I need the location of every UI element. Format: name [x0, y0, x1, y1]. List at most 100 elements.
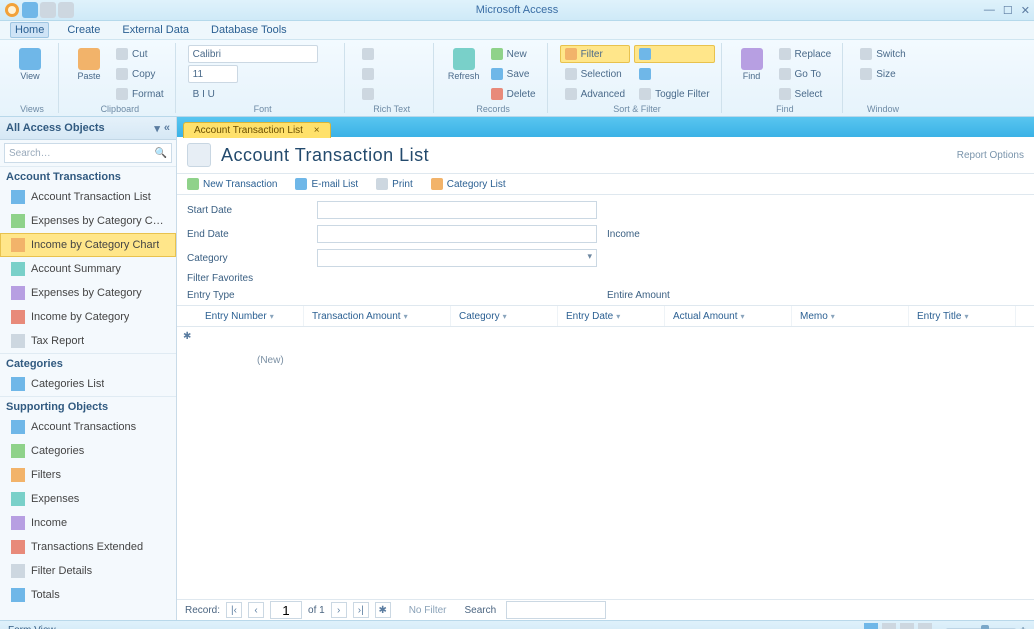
refresh-button[interactable]: Refresh [446, 45, 482, 93]
delete-record-button[interactable]: Delete [486, 85, 541, 103]
col-entry-title[interactable]: Entry Title [909, 306, 1016, 326]
ribbon-tab-dbtools[interactable]: Database Tools [207, 23, 291, 37]
nav-header[interactable]: All Access Objects ▾ « [0, 117, 176, 140]
col-category[interactable]: Category [451, 306, 558, 326]
ribbon-group-sortfilter: Filter Selection Advanced Toggle Filter … [554, 43, 722, 113]
quick-access-toolbar [4, 2, 74, 18]
first-record-button[interactable]: |‹ [226, 602, 242, 618]
email-list-link[interactable]: E-mail List [295, 178, 358, 190]
save-icon[interactable] [22, 2, 38, 18]
nav-item[interactable]: Totals [0, 583, 176, 607]
nav-item[interactable]: Expenses by Category Chart [0, 209, 176, 233]
size-to-fit-button[interactable]: Size [855, 65, 910, 83]
sort-asc-button[interactable] [634, 45, 714, 63]
tab-label: Account Transaction List [194, 125, 303, 136]
switch-windows-button[interactable]: Switch [855, 45, 910, 63]
nav-item[interactable]: Filter Details [0, 559, 176, 583]
ribbon-tab-home[interactable]: Home [10, 22, 49, 38]
pager-search-input[interactable] [506, 601, 606, 619]
undo-icon[interactable] [40, 2, 56, 18]
advanced-filter-button[interactable]: Advanced [560, 85, 630, 103]
list-icon [431, 178, 443, 190]
redo-icon[interactable] [58, 2, 74, 18]
view-switch-layout-icon[interactable] [900, 623, 914, 629]
bullets-button[interactable] [357, 45, 379, 63]
end-date-input[interactable] [317, 225, 597, 243]
goto-button[interactable]: Go To [774, 65, 837, 83]
filter-button[interactable]: Filter [560, 45, 630, 63]
nav-header-label: All Access Objects [6, 122, 105, 134]
office-button[interactable] [4, 2, 20, 18]
nav-item[interactable]: Categories [0, 439, 176, 463]
ribbon-tab-external[interactable]: External Data [118, 23, 193, 37]
align-button[interactable] [357, 85, 379, 103]
grid-body[interactable]: ✱ (New) [177, 327, 1034, 599]
nav-item[interactable]: Income by Category Chart [0, 233, 176, 257]
replace-button[interactable]: Replace [774, 45, 837, 63]
find-button[interactable]: Find [734, 45, 770, 93]
nav-item[interactable]: Account Transactions [0, 415, 176, 439]
paste-button[interactable]: Paste [71, 45, 107, 93]
toggle-filter-button[interactable]: Toggle Filter [634, 85, 714, 103]
nav-item[interactable]: Tax Report [0, 329, 176, 353]
next-record-button[interactable]: › [331, 602, 347, 618]
copy-button[interactable]: Copy [111, 65, 169, 83]
prev-record-button[interactable]: ‹ [248, 602, 264, 618]
record-navigator: Record: |‹ ‹ of 1 › ›| ✱ No Filter Searc… [177, 599, 1034, 620]
chevron-down-icon[interactable]: ▾ [154, 122, 160, 135]
category-select[interactable] [317, 249, 597, 267]
nav-item[interactable]: Income [0, 511, 176, 535]
close-icon[interactable]: × [314, 125, 320, 136]
nav-item[interactable]: Expenses [0, 487, 176, 511]
col-entry-number[interactable]: Entry Number [197, 306, 304, 326]
nav-group-title: Categories [0, 353, 176, 372]
cut-button[interactable]: Cut [111, 45, 169, 63]
indent-button[interactable] [357, 65, 379, 83]
view-switch-design-icon[interactable] [918, 623, 932, 629]
select-button[interactable]: Select [774, 85, 837, 103]
font-size-select[interactable]: 11 [188, 65, 238, 83]
category-list-link[interactable]: Category List [431, 178, 506, 190]
report-options-link[interactable]: Report Options [957, 150, 1024, 161]
zoom-out-button[interactable]: − [936, 625, 942, 629]
view-switch-form-icon[interactable] [864, 623, 878, 629]
font-family-select[interactable]: Calibri [188, 45, 318, 63]
format-painter-button[interactable]: Format [111, 85, 169, 103]
new-transaction-link[interactable]: New Transaction [187, 178, 277, 190]
save-record-button[interactable]: Save [486, 65, 541, 83]
nav-item[interactable]: Categories List [0, 372, 176, 396]
ribbon-tab-create[interactable]: Create [63, 23, 104, 37]
col-actual-amount[interactable]: Actual Amount [665, 306, 792, 326]
empty-placeholder: (New) [257, 355, 284, 366]
print-link[interactable]: Print [376, 178, 413, 190]
selection-button[interactable]: Selection [560, 65, 630, 83]
view-switch-datasheet-icon[interactable] [882, 623, 896, 629]
nav-item[interactable]: Account Summary [0, 257, 176, 281]
nav-item[interactable]: Account Transaction List [0, 185, 176, 209]
nav-item[interactable]: Filters [0, 463, 176, 487]
col-transaction-amount[interactable]: Transaction Amount [304, 306, 451, 326]
collapse-icon[interactable]: « [164, 122, 170, 134]
new-record-button[interactable]: New [486, 45, 541, 63]
last-record-button[interactable]: ›| [353, 602, 369, 618]
zoom-in-button[interactable]: + [1020, 625, 1026, 629]
nav-item[interactable]: Expenses by Category [0, 281, 176, 305]
cog-icon [565, 88, 577, 100]
nav-item[interactable]: Income by Category [0, 305, 176, 329]
col-memo[interactable]: Memo [792, 306, 909, 326]
sort-desc-button[interactable] [634, 65, 714, 83]
nav-item-label: Filter Details [31, 565, 92, 577]
view-button[interactable]: View [12, 45, 48, 93]
close-icon[interactable]: ✕ [1021, 4, 1030, 17]
col-entry-date[interactable]: Entry Date [558, 306, 665, 326]
maximize-icon[interactable]: ☐ [1003, 4, 1013, 17]
current-record-input[interactable] [270, 601, 302, 619]
main-content: Account Transaction List × Account Trans… [177, 117, 1034, 620]
new-record-nav-button[interactable]: ✱ [375, 602, 391, 618]
minimize-icon[interactable]: — [984, 4, 995, 17]
nav-search-input[interactable]: Search… 🔍 [4, 143, 172, 163]
start-date-input[interactable] [317, 201, 597, 219]
bold-italic-underline[interactable]: B I U [188, 85, 338, 103]
tab-account-transaction-list[interactable]: Account Transaction List × [183, 122, 331, 138]
nav-item[interactable]: Transactions Extended [0, 535, 176, 559]
